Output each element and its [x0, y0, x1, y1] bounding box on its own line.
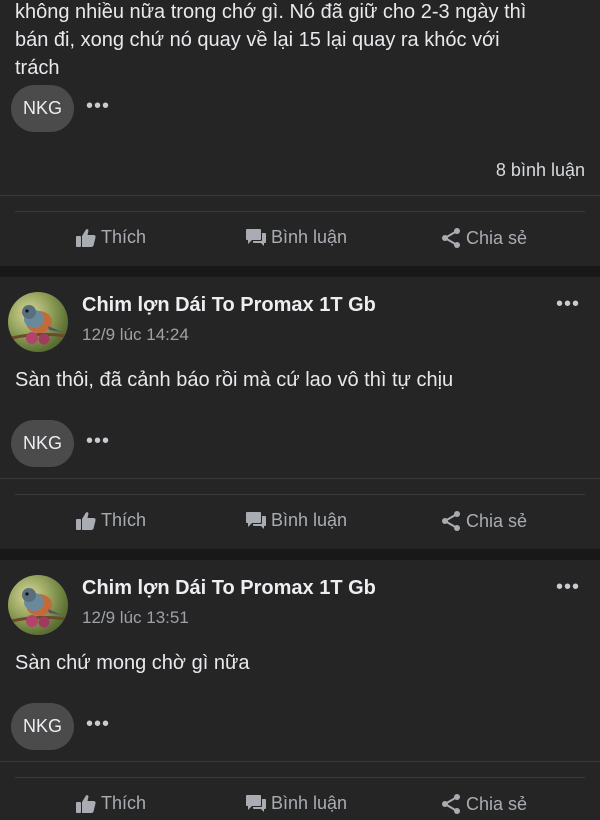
comment-button[interactable]: Bình luận — [245, 227, 347, 248]
post-text-line: trách — [15, 57, 60, 79]
like-button[interactable]: Thích — [75, 793, 146, 814]
share-button[interactable]: Chia sẻ — [440, 510, 527, 532]
like-label: Thích — [101, 793, 147, 813]
divider — [15, 211, 585, 212]
author-name[interactable]: Chim lợn Dái To Promax 1T Gb — [82, 577, 376, 600]
more-dots-icon[interactable]: ••• — [556, 294, 580, 314]
post-text-line: bán đi, xong chứ nó quay về lại 15 lại q… — [15, 29, 500, 51]
post-time[interactable]: 12/9 lúc 14:24 — [82, 325, 189, 345]
more-dots-icon[interactable]: ••• — [86, 714, 110, 734]
more-dots-icon[interactable]: ••• — [556, 577, 580, 597]
share-icon — [442, 228, 460, 248]
share-label: Chia sẻ — [466, 227, 528, 248]
comment-label: Bình luận — [271, 510, 348, 530]
divider — [15, 777, 585, 778]
comment-label: Bình luận — [271, 793, 348, 813]
post-card: Chim lợn Dái To Promax 1T Gb 12/9 lúc 13… — [0, 560, 600, 820]
post-text: không nhiều nữa trong chớ gì. Nó đã giữ … — [15, 0, 585, 82]
divider — [0, 478, 600, 479]
tag-chip[interactable]: NKG — [11, 85, 74, 132]
thumbs-up-icon — [76, 794, 96, 813]
author-name[interactable]: Chim lợn Dái To Promax 1T Gb — [82, 294, 376, 317]
share-label: Chia sẻ — [466, 793, 528, 814]
post-time[interactable]: 12/9 lúc 13:51 — [82, 608, 189, 628]
like-label: Thích — [101, 510, 147, 530]
bird-avatar[interactable] — [8, 292, 68, 352]
thumbs-up-icon — [76, 511, 96, 530]
thumbs-up-icon — [76, 228, 96, 247]
divider — [0, 761, 600, 762]
more-dots-icon[interactable]: ••• — [86, 96, 110, 116]
share-label: Chia sẻ — [466, 510, 528, 531]
post-card: Chim lợn Dái To Promax 1T Gb 12/9 lúc 14… — [0, 277, 600, 549]
post-text: Sàn chứ mong chờ gì nữa — [15, 652, 250, 674]
comment-button[interactable]: Bình luận — [245, 793, 347, 814]
post-text: Sàn thôi, đã cảnh báo rồi mà cứ lao vô t… — [15, 369, 454, 391]
bird-avatar[interactable] — [8, 575, 68, 635]
comment-count[interactable]: 8 bình luận — [496, 160, 585, 181]
comment-button[interactable]: Bình luận — [245, 510, 347, 531]
share-icon — [442, 794, 460, 814]
divider — [0, 195, 600, 196]
share-button[interactable]: Chia sẻ — [440, 227, 527, 249]
share-button[interactable]: Chia sẻ — [440, 793, 527, 815]
more-dots-icon[interactable]: ••• — [86, 431, 110, 451]
share-icon — [442, 511, 460, 531]
post-text-line: không nhiều nữa trong chớ gì. Nó đã giữ … — [15, 1, 527, 23]
tag-chip[interactable]: NKG — [11, 420, 74, 467]
comment-bubble-icon — [246, 511, 266, 529]
divider — [15, 494, 585, 495]
comment-bubble-icon — [246, 228, 266, 246]
like-button[interactable]: Thích — [75, 227, 146, 248]
like-label: Thích — [101, 227, 147, 247]
comment-bubble-icon — [246, 794, 266, 812]
tag-chip[interactable]: NKG — [11, 703, 74, 750]
comment-label: Bình luận — [271, 227, 348, 247]
post-card: không nhiều nữa trong chớ gì. Nó đã giữ … — [0, 0, 600, 266]
like-button[interactable]: Thích — [75, 510, 146, 531]
